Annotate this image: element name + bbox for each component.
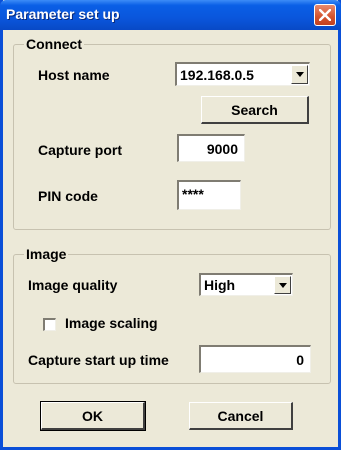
capture-port-input[interactable]: 9000 bbox=[177, 134, 245, 162]
image-quality-combobox[interactable]: High bbox=[199, 273, 293, 296]
image-quality-label: Image quality bbox=[28, 277, 118, 293]
image-quality-dropdown-button[interactable] bbox=[274, 276, 291, 294]
image-scaling-label: Image scaling bbox=[65, 315, 158, 331]
image-quality-value: High bbox=[204, 277, 236, 293]
image-scaling-checkbox[interactable] bbox=[43, 318, 56, 331]
host-name-dropdown-button[interactable] bbox=[291, 65, 308, 84]
host-name-label: Host name bbox=[38, 67, 110, 83]
chevron-down-icon bbox=[278, 282, 287, 288]
ok-button[interactable]: OK bbox=[40, 401, 146, 431]
cancel-button[interactable]: Cancel bbox=[189, 402, 293, 430]
cancel-button-label: Cancel bbox=[217, 407, 264, 424]
connect-group-label: Connect bbox=[24, 36, 84, 52]
chevron-down-icon bbox=[295, 72, 304, 77]
pin-code-input[interactable]: **** bbox=[177, 180, 241, 210]
pin-code-label: PIN code bbox=[38, 188, 98, 204]
search-button-label: Search bbox=[231, 101, 278, 118]
title-bar[interactable]: Parameter set up bbox=[0, 0, 341, 30]
pin-code-value: **** bbox=[182, 186, 204, 202]
search-button[interactable]: Search bbox=[201, 96, 309, 124]
image-group-label: Image bbox=[24, 246, 69, 262]
capture-port-label: Capture port bbox=[38, 142, 122, 158]
capture-startup-value: 0 bbox=[296, 351, 304, 368]
capture-startup-input[interactable]: 0 bbox=[199, 345, 311, 373]
close-icon bbox=[319, 9, 331, 21]
window-title: Parameter set up bbox=[6, 6, 120, 22]
ok-button-label: OK bbox=[82, 407, 103, 424]
host-name-combobox[interactable]: 192.168.0.5 bbox=[175, 62, 310, 86]
host-name-value: 192.168.0.5 bbox=[180, 66, 254, 83]
capture-startup-label: Capture start up time bbox=[28, 352, 169, 368]
capture-port-value: 9000 bbox=[206, 140, 238, 157]
close-button[interactable] bbox=[314, 4, 336, 26]
dialog-window: Parameter set up Connect Host name 192.1… bbox=[0, 0, 341, 450]
